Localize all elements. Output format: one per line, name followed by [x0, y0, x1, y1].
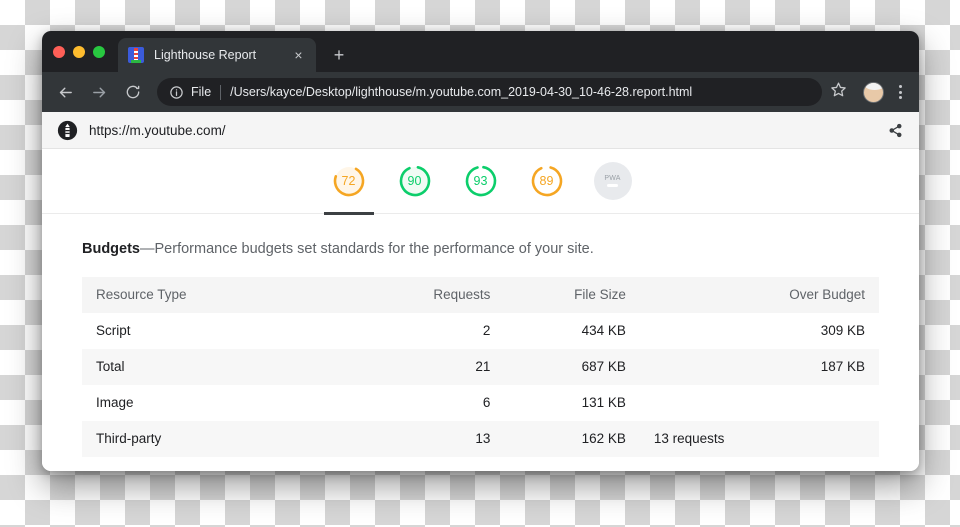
gauge-performance[interactable]: 72	[322, 149, 376, 215]
lighthouse-logo-icon	[57, 120, 78, 141]
omnibox-divider	[220, 84, 222, 100]
profile-avatar[interactable]	[863, 81, 884, 103]
cell-requests: 6	[482, 395, 491, 411]
gauge-ring-performance: 72	[330, 162, 368, 200]
gauge-score-accessibility: 90	[407, 174, 422, 188]
cell-requests: 21	[475, 359, 491, 375]
gauge-ring-best-practices: 93	[462, 162, 500, 200]
cell-resource-type: Script	[96, 323, 131, 339]
gauge-score-seo: 89	[539, 174, 554, 188]
cell-extra	[640, 385, 760, 421]
info-circle-icon[interactable]	[169, 85, 184, 100]
url-scheme-label: File	[191, 85, 212, 99]
score-gauges-bar: 72 90 93 89 PWA	[42, 149, 919, 215]
cell-resource-type: Total	[96, 359, 125, 375]
table-header-row: Resource Type Requests File Size Over Bu…	[82, 276, 879, 313]
tab-strip: Lighthouse Report × +	[42, 31, 919, 72]
cell-requests: 13	[475, 431, 491, 447]
browser-tab-lighthouse-report[interactable]: Lighthouse Report ×	[118, 38, 316, 72]
three-dot-menu-icon[interactable]	[891, 85, 909, 99]
gauge-score-best-practices: 93	[473, 174, 488, 188]
table-row: Third-party 13 162 KB 13 requests	[82, 420, 879, 457]
column-header-resource-type: Resource Type	[82, 276, 369, 313]
cell-extra: 13 requests	[653, 431, 725, 447]
url-input[interactable]: /Users/kayce/Desktop/lighthouse/m.youtub…	[230, 85, 810, 99]
close-icon[interactable]: ×	[290, 47, 307, 64]
window-traffic-lights	[53, 31, 118, 72]
report-url: https://m.youtube.com/	[89, 122, 226, 138]
table-row: Script 2 434 KB 309 KB	[82, 312, 879, 349]
cell-extra	[640, 349, 760, 385]
gauge-pwa[interactable]: PWA	[586, 149, 640, 214]
budgets-table: Resource Type Requests File Size Over Bu…	[82, 276, 879, 457]
minimize-window-button[interactable]	[73, 45, 85, 58]
gauge-best-practices[interactable]: 93	[454, 149, 508, 214]
browser-toolbar: File /Users/kayce/Desktop/lighthouse/m.y…	[42, 72, 919, 112]
budgets-section: Budgets—Performance budgets set standard…	[42, 214, 919, 471]
gauge-ring-seo: 89	[528, 162, 566, 200]
column-header-file-size: File Size	[504, 276, 640, 313]
tab-title: Lighthouse Report	[154, 48, 257, 62]
cell-file-size: 687 KB	[581, 359, 626, 375]
budgets-title: Budgets	[82, 241, 140, 257]
cell-over-budget	[759, 421, 879, 457]
cell-requests: 2	[482, 323, 491, 339]
gauge-ring-accessibility: 90	[396, 162, 434, 200]
cell-extra	[640, 313, 760, 349]
column-header-requests: Requests	[368, 276, 505, 313]
table-row: Total 21 687 KB 187 KB	[82, 348, 879, 385]
bookmark-star-icon[interactable]	[830, 81, 852, 103]
reload-icon[interactable]	[119, 78, 147, 106]
cell-resource-type: Third-party	[96, 431, 162, 447]
cell-resource-type: Image	[96, 395, 134, 411]
column-header-extra	[639, 276, 760, 313]
gauge-accessibility[interactable]: 90	[388, 149, 442, 214]
back-arrow-icon[interactable]	[51, 78, 79, 106]
lighthouse-topbar: https://m.youtube.com/	[42, 112, 919, 149]
forward-arrow-icon[interactable]	[85, 78, 113, 106]
gauge-seo[interactable]: 89	[520, 149, 574, 214]
budgets-heading: Budgets—Performance budgets set standard…	[82, 240, 879, 259]
cell-file-size: 131 KB	[581, 395, 626, 411]
gauge-score-performance: 72	[341, 174, 356, 188]
cell-over-budget	[759, 385, 879, 421]
close-window-button[interactable]	[53, 45, 65, 58]
cell-file-size: 162 KB	[581, 431, 626, 447]
cell-over-budget: 309 KB	[820, 323, 865, 339]
lighthouse-favicon-icon	[128, 47, 144, 63]
share-icon[interactable]	[882, 117, 908, 143]
cell-over-budget: 187 KB	[820, 359, 865, 375]
address-bar[interactable]: File /Users/kayce/Desktop/lighthouse/m.y…	[157, 78, 822, 106]
pwa-label: PWA	[604, 175, 621, 182]
column-header-over-budget: Over Budget	[759, 276, 879, 313]
budgets-description: —Performance budgets set standards for t…	[140, 241, 594, 257]
pwa-badge: PWA	[593, 162, 632, 200]
new-tab-button[interactable]: +	[325, 41, 353, 69]
table-row: Image 6 131 KB	[82, 384, 879, 421]
pwa-empty-value	[607, 184, 618, 187]
browser-window: Lighthouse Report × + File /Users/kayce/…	[42, 31, 919, 471]
report-page: https://m.youtube.com/ 72 90 93 89 PWA B…	[42, 112, 919, 471]
maximize-window-button[interactable]	[93, 45, 105, 58]
cell-file-size: 434 KB	[581, 323, 626, 339]
